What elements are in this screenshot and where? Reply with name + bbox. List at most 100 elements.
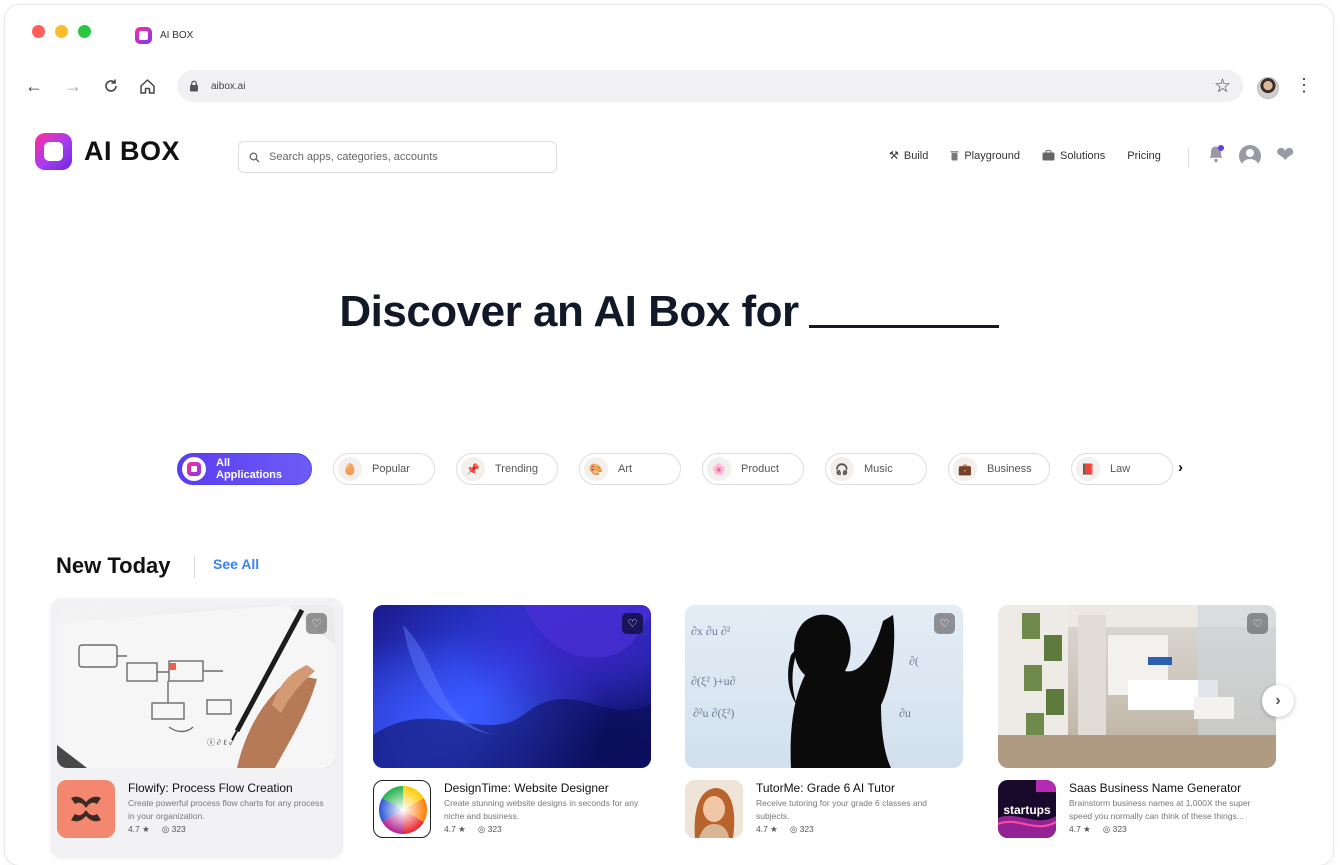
site-header: AI BOX ⚒ Build Playground Solutions Pric…: [5, 111, 1333, 191]
app-description: Create powerful process flow charts for …: [128, 798, 324, 821]
nav-playground[interactable]: Playground: [950, 150, 1020, 162]
headphones-icon: 🎧: [830, 457, 854, 481]
app-card[interactable]: ∂x ∂u ∂² ∂(ξ² )+u∂ ∂²u ∂(ξ²) ∂u ∂( ♡ Tut…: [678, 598, 971, 858]
nav-build[interactable]: ⚒ Build: [889, 149, 929, 163]
section-divider: [194, 556, 195, 578]
svg-text:∂u: ∂u: [899, 706, 911, 720]
user-account-icon[interactable]: [1239, 145, 1261, 167]
address-bar[interactable]: aibox.ai ☆: [177, 70, 1243, 102]
app-card[interactable]: ♡ DesignTime: Website Designer Create st…: [366, 598, 659, 858]
app-name: Saas Business Name Generator: [1069, 781, 1242, 795]
app-icon: [57, 780, 115, 838]
close-window-button[interactable]: [32, 25, 45, 38]
search-icon: [249, 152, 260, 162]
reload-icon[interactable]: [100, 75, 122, 97]
menu-dots-icon[interactable]: ⋮: [1295, 75, 1313, 96]
url-text: aibox.ai: [211, 80, 246, 92]
favorite-heart-icon[interactable]: ♡: [1247, 613, 1268, 634]
minimize-window-button[interactable]: [55, 25, 68, 38]
nav-solutions-label: Solutions: [1060, 149, 1106, 162]
title-bar: AI BOX: [5, 5, 1333, 63]
nav-build-label: Build: [903, 149, 929, 162]
app-views-value: 323: [171, 824, 186, 834]
app-meta: 4.7 ★ ◎ 323: [1069, 824, 1127, 835]
app-views: ◎ 323: [790, 824, 814, 835]
chevron-right-icon[interactable]: ›: [1178, 459, 1183, 476]
svg-text:∂(ξ² )+u∂: ∂(ξ² )+u∂: [691, 674, 736, 688]
eye-icon: ◎: [1102, 824, 1113, 834]
app-description: Receive tutoring for your grade 6 classe…: [756, 798, 928, 821]
hero-title-text: Discover an AI Box for: [339, 287, 799, 336]
brand-logo[interactable]: AI BOX: [35, 133, 180, 170]
carousel-next-button[interactable]: ›: [1262, 685, 1294, 717]
app-rating: 4.7 ★: [444, 824, 466, 834]
category-label: Trending: [495, 463, 539, 475]
forward-arrow-icon[interactable]: →: [62, 75, 84, 97]
home-icon[interactable]: [136, 75, 158, 97]
category-chip-all-applications[interactable]: All Applications: [177, 453, 312, 485]
nav-pricing[interactable]: Pricing: [1127, 150, 1161, 162]
category-chip-trending[interactable]: 📌 Trending: [456, 453, 558, 485]
app-name: DesignTime: Website Designer: [444, 781, 609, 795]
browser-window: AI BOX ← → aibox.ai ☆ ⋮ AI BOX Search ap…: [5, 5, 1333, 865]
app-card[interactable]: ♡ startups Saas Business Name Generator …: [991, 598, 1284, 858]
app-cover-image: ♡: [998, 605, 1276, 768]
app-meta: 4.7 ★ ◎ 323: [444, 824, 502, 835]
brand-name: AI BOX: [84, 136, 181, 166]
category-chip-law[interactable]: 📕 Law: [1071, 453, 1173, 485]
app-rating: 4.7 ★: [1069, 824, 1091, 834]
app-card[interactable]: ⓢ ∂ ℓ ✓ ♡ Flowify: Process Flow Creation…: [50, 598, 343, 858]
maximize-window-button[interactable]: [78, 25, 91, 38]
eye-icon: ◎: [789, 824, 800, 834]
search-box[interactable]: [238, 141, 557, 173]
app-cover-image: ∂x ∂u ∂² ∂(ξ² )+u∂ ∂²u ∂(ξ²) ∂u ∂( ♡: [685, 605, 963, 768]
category-filter: All Applications 🥚 Popular 📌 Trending 🎨 …: [177, 453, 1173, 485]
app-cover-image: ⓢ ∂ ℓ ✓ ♡: [57, 605, 335, 768]
app-description: Create stunning website designs in secon…: [444, 798, 639, 821]
app-icon: startups: [998, 780, 1056, 838]
briefcase-icon: [1042, 150, 1055, 161]
svg-text:∂²u ∂(ξ²): ∂²u ∂(ξ²): [693, 706, 734, 720]
trash-can-icon: [950, 151, 959, 161]
book-icon: 📕: [1076, 457, 1100, 481]
favorite-heart-icon[interactable]: ♡: [622, 613, 643, 634]
app-views-value: 323: [487, 824, 502, 834]
bookmark-star-icon[interactable]: ☆: [1214, 75, 1231, 98]
flower-icon: 🌸: [707, 457, 731, 481]
category-chip-art[interactable]: 🎨 Art: [579, 453, 681, 485]
category-label: Music: [864, 463, 893, 475]
see-all-link[interactable]: See All: [213, 556, 259, 572]
category-label: All Applications: [216, 457, 283, 481]
favorite-heart-icon[interactable]: ♡: [306, 613, 327, 634]
app-name: Flowify: Process Flow Creation: [128, 781, 293, 795]
section-title: New Today: [56, 553, 171, 578]
search-input[interactable]: [269, 151, 529, 163]
category-chip-popular[interactable]: 🥚 Popular: [333, 453, 435, 485]
category-chip-business[interactable]: 💼 Business: [948, 453, 1050, 485]
profile-avatar[interactable]: [1257, 77, 1279, 99]
aibox-logo-icon: [35, 133, 72, 170]
browser-toolbar: ← → aibox.ai ☆ ⋮: [5, 65, 1333, 109]
category-chip-product[interactable]: 🌸 Product: [702, 453, 804, 485]
favicon-icon: [135, 27, 152, 44]
app-views: ◎ 323: [478, 824, 502, 835]
svg-text:∂(: ∂(: [909, 654, 919, 668]
app-rating: 4.7 ★: [128, 824, 150, 834]
lock-icon: [190, 80, 198, 92]
favorite-heart-icon[interactable]: ♡: [934, 613, 955, 634]
egg-icon: 🥚: [338, 457, 362, 481]
app-icon: [685, 780, 743, 838]
app-views: ◎ 323: [1103, 824, 1127, 835]
nav-solutions[interactable]: Solutions: [1042, 150, 1105, 162]
favorites-heart-icon[interactable]: ❤: [1276, 142, 1294, 168]
category-chip-music[interactable]: 🎧 Music: [825, 453, 927, 485]
app-icon: [373, 780, 431, 838]
app-name: TutorMe: Grade 6 AI Tutor: [756, 781, 895, 795]
back-arrow-icon[interactable]: ←: [23, 75, 45, 97]
app-icon-text: startups: [1003, 803, 1051, 817]
app-views: ◎ 323: [162, 824, 186, 835]
tools-icon: ⚒: [889, 150, 899, 162]
browser-tab[interactable]: AI BOX: [135, 27, 193, 44]
briefcase-icon: 💼: [953, 457, 977, 481]
app-meta: 4.7 ★ ◎ 323: [128, 824, 186, 835]
